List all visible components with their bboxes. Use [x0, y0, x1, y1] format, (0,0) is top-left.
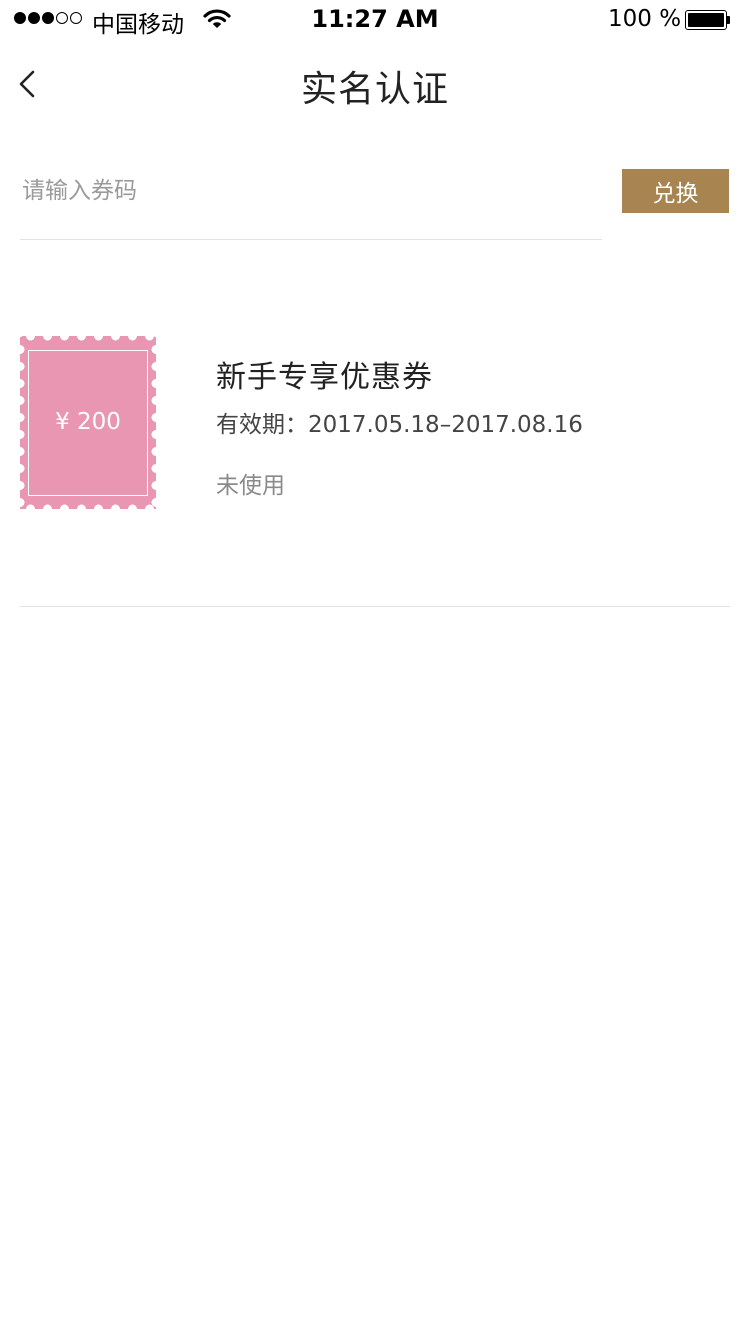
coupon-status: 未使用	[216, 473, 285, 499]
redeem-button[interactable]: 兑换	[622, 169, 729, 213]
battery-percentage: 100 %	[608, 6, 682, 32]
input-underline	[20, 239, 602, 240]
coupon-code-input[interactable]	[20, 168, 600, 214]
coupon-amount: ¥ 200	[55, 409, 121, 435]
coupon-validity: 有效期：2017.05.18–2017.08.16	[216, 412, 583, 438]
coupon-stamp: ¥ 200	[20, 336, 156, 509]
status-bar: 中国移动 11:27 AM 100 %	[0, 0, 750, 40]
coupon-title: 新手专享优惠券	[216, 360, 433, 395]
battery-icon	[685, 10, 730, 30]
list-divider	[20, 606, 730, 607]
page-title: 实名认证	[300, 69, 449, 110]
